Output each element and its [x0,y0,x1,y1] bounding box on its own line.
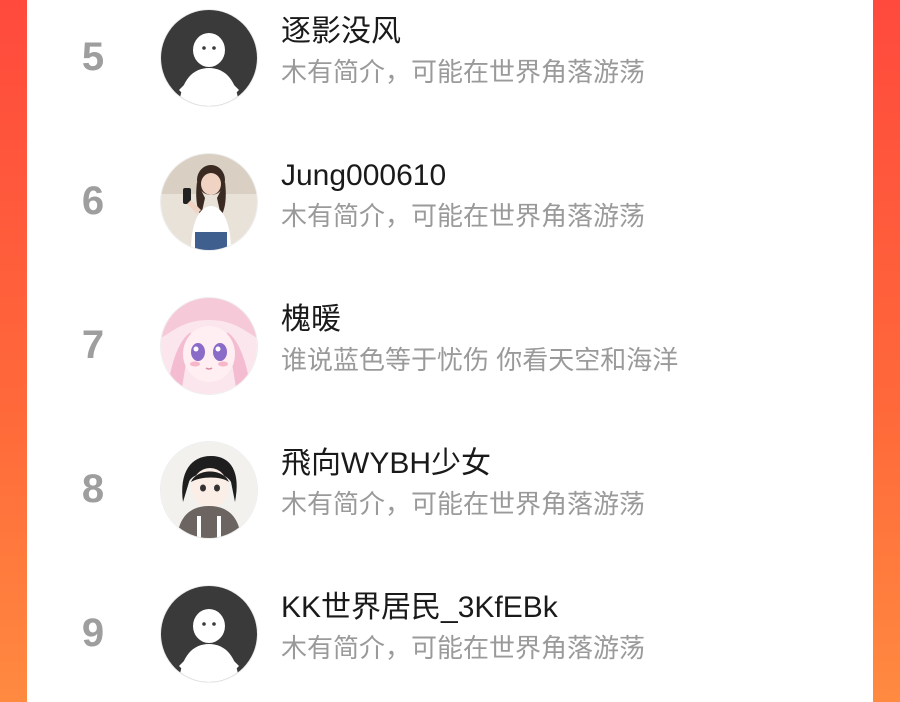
anime-avatar-icon[interactable] [161,298,257,394]
user-bio: 木有简介，可能在世界角落游荡 [281,489,646,519]
user-bio: 木有简介，可能在世界角落游荡 [281,201,646,231]
default-user-avatar-icon[interactable] [161,10,257,106]
list-item[interactable]: 6 Jung000610 木有简介，可能在世界角落游荡 [27,142,873,262]
user-name[interactable]: 逐影没风 [281,12,401,52]
list-item[interactable]: 8 飛向WYBH少女 木有简介，可能在世界角落游荡 [27,430,873,550]
default-user-avatar-icon[interactable] [161,586,257,682]
user-bio: 木有简介，可能在世界角落游荡 [281,633,646,663]
anime-avatar-icon[interactable] [161,442,257,538]
list-item[interactable]: 5 逐影没风 木有简介，可能在世界角落游荡 [27,0,873,118]
user-bio: 木有简介，可能在世界角落游荡 [281,57,646,87]
list-item[interactable]: 7 槐暖 谁说蓝色等于忧伤 你看天空和海洋 [27,286,873,406]
user-name[interactable]: 飛向WYBH少女 [281,444,491,484]
list-item[interactable]: 9 KK世界居民_3KfEBk 木有简介，可能在世界角落游荡 [27,574,873,694]
rank-number: 9 [81,611,105,655]
user-name[interactable]: Jung000610 [281,156,446,196]
rank-number: 7 [81,323,105,367]
ranking-list-card: 5 逐影没风 木有简介，可能在世界角落游荡 6 Jung000610 木有简介，… [27,0,873,702]
user-name[interactable]: KK世界居民_3KfEBk [281,588,558,628]
rank-number: 6 [81,179,105,223]
user-name[interactable]: 槐暖 [281,300,341,340]
user-bio: 谁说蓝色等于忧伤 你看天空和海洋 [281,345,679,375]
rank-number: 8 [81,467,105,511]
photo-avatar-icon[interactable] [161,154,257,250]
rank-number: 5 [81,35,105,79]
